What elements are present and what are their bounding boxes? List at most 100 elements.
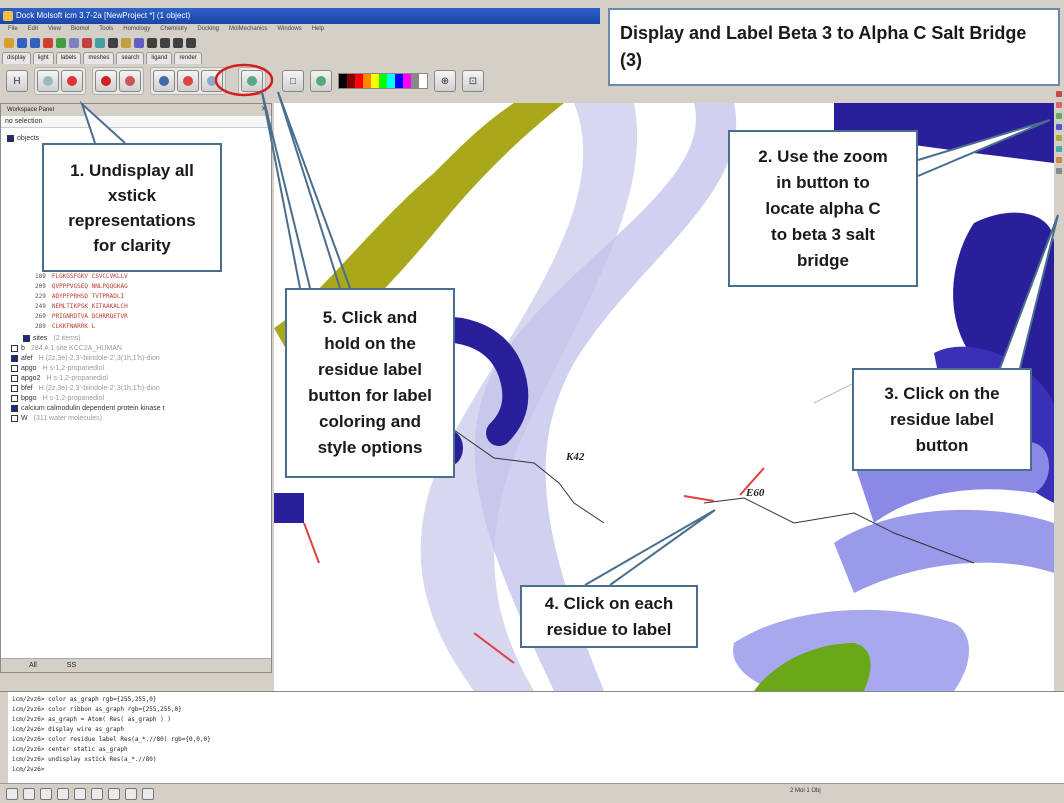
- movie-icon[interactable]: [125, 787, 137, 800]
- image-icon[interactable]: [108, 787, 120, 800]
- panel-close-icon[interactable]: ✕: [261, 104, 267, 116]
- menu-item[interactable]: MolMechanics: [229, 24, 267, 35]
- tree-item[interactable]: apgo2 H s-1,2-propanediol: [11, 374, 108, 384]
- checkbox[interactable]: [11, 374, 18, 382]
- tab-meshes[interactable]: meshes: [83, 52, 115, 64]
- menu-item[interactable]: Chemistry: [160, 24, 187, 35]
- tab-render[interactable]: render: [174, 52, 202, 64]
- cpk-button[interactable]: [119, 70, 141, 92]
- tab-ligand[interactable]: ligand: [146, 52, 173, 64]
- toolbar-icon[interactable]: [17, 38, 27, 48]
- h-button[interactable]: H: [6, 70, 28, 92]
- tab-search[interactable]: search: [116, 52, 145, 64]
- callout-line: to beta 3 salt: [771, 224, 875, 244]
- menu-item[interactable]: File: [8, 24, 18, 35]
- tree-item[interactable]: apgo H s-1,2-propanediol: [11, 364, 104, 374]
- view-icon[interactable]: [40, 787, 52, 800]
- tab-labels[interactable]: labels: [55, 52, 82, 64]
- toolbar-icon[interactable]: [82, 38, 92, 48]
- tool-icon[interactable]: [1056, 168, 1062, 174]
- record-movie-icon[interactable]: [142, 787, 154, 800]
- app-icon: [3, 11, 13, 21]
- toolbar-icon[interactable]: [147, 38, 157, 48]
- tree-item-objects[interactable]: objects: [7, 134, 39, 144]
- tab-all[interactable]: All: [29, 659, 37, 672]
- checkbox[interactable]: [11, 404, 18, 412]
- checkbox[interactable]: [11, 394, 18, 402]
- tree-item[interactable]: W (311 water molecules): [11, 414, 102, 424]
- tree-item[interactable]: afef H (2z,3e)-2,3'-biindole-2',3(1h,1'h)…: [11, 354, 160, 364]
- tool-icon[interactable]: [1056, 146, 1062, 152]
- toolbar-icon[interactable]: [160, 38, 170, 48]
- k42-label[interactable]: K42: [565, 451, 585, 463]
- tab-strip: display light labels meshes search ligand rend…: [2, 52, 202, 64]
- checkbox[interactable]: [11, 414, 18, 422]
- tool-icon[interactable]: [1056, 135, 1062, 141]
- ball-button[interactable]: [95, 70, 117, 92]
- tab-display[interactable]: display: [2, 52, 31, 64]
- tree-item[interactable]: bpgo H s-1,2-propanediol: [11, 394, 104, 404]
- tool-icon[interactable]: [1056, 113, 1062, 119]
- toolbar-icon[interactable]: [186, 38, 196, 48]
- toolbar-icon[interactable]: [121, 38, 131, 48]
- tree-item[interactable]: sites (2 items): [23, 334, 81, 344]
- residue-oxygen-left: [303, 522, 320, 564]
- ribbon-button[interactable]: [153, 70, 175, 92]
- checkbox[interactable]: [7, 134, 14, 142]
- menu-item[interactable]: Biomol: [71, 24, 89, 35]
- toolbar-icon[interactable]: [4, 38, 14, 48]
- surface-button[interactable]: [177, 70, 199, 92]
- checkbox[interactable]: [11, 384, 18, 392]
- wire-button[interactable]: [37, 70, 59, 92]
- stop-icon[interactable]: [6, 787, 18, 800]
- record-icon[interactable]: [23, 787, 35, 800]
- toolbar-icon[interactable]: [56, 38, 66, 48]
- tab-light[interactable]: light: [32, 52, 54, 64]
- sequence-row: 189 FLGKGSFGKV CSVCLVKLLV: [35, 272, 128, 282]
- zoom-button[interactable]: ⊕: [434, 70, 456, 92]
- color-palette[interactable]: [338, 73, 428, 89]
- console-side-tab: [0, 692, 8, 783]
- list-icon[interactable]: [74, 787, 86, 800]
- checkbox[interactable]: [11, 344, 18, 352]
- tree-item[interactable]: bfef H (2z,3e)-2,3'-biindole-2',3(1h,1'h)…: [11, 384, 160, 394]
- tree-item[interactable]: b 284 A 1 site KCC2A_HUMAN: [11, 344, 122, 354]
- toolbar-icon[interactable]: [108, 38, 118, 48]
- tool-icon[interactable]: [1056, 124, 1062, 130]
- tab-ss[interactable]: SS: [67, 659, 76, 672]
- command-console[interactable]: icm/2vz6> color as_graph rgb={255,255,0}…: [0, 691, 1064, 783]
- menu-item[interactable]: Windows: [277, 24, 301, 35]
- menu-item[interactable]: Docking: [197, 24, 219, 35]
- toolbar-icon[interactable]: [43, 38, 53, 48]
- sequence-text: NEMLTIKPSK KITAAKALCH: [51, 303, 128, 310]
- tool-icon[interactable]: [1056, 157, 1062, 163]
- checkbox[interactable]: [11, 364, 18, 372]
- callout-line: locate alpha C: [765, 198, 881, 218]
- tool-icon[interactable]: [1056, 91, 1062, 97]
- undisplay-xstick-button[interactable]: [61, 70, 83, 92]
- tree-item[interactable]: calcium calmodulin dependent protein kin…: [11, 404, 171, 414]
- camera-icon[interactable]: [91, 787, 103, 800]
- checkbox[interactable]: [23, 334, 30, 342]
- box-button[interactable]: □: [282, 70, 304, 92]
- fit-button[interactable]: ⊡: [462, 70, 484, 92]
- toolbar-icon[interactable]: [69, 38, 79, 48]
- callout-line: for clarity: [93, 235, 171, 255]
- toolbar-icon[interactable]: [134, 38, 144, 48]
- menu-item[interactable]: Tools: [99, 24, 113, 35]
- residue-label-button[interactable]: [241, 70, 263, 92]
- toolbar-icon[interactable]: [173, 38, 183, 48]
- checkbox[interactable]: [11, 354, 18, 362]
- skin-button[interactable]: [201, 70, 223, 92]
- grid-button[interactable]: [310, 70, 332, 92]
- console-line: icm/2vz6>: [12, 766, 45, 773]
- menu-item[interactable]: Homology: [123, 24, 150, 35]
- menu-item[interactable]: Help: [312, 24, 324, 35]
- toolbar-icon[interactable]: [30, 38, 40, 48]
- tool-icon[interactable]: [1056, 102, 1062, 108]
- e60-label[interactable]: E60: [745, 487, 765, 499]
- toolbar-icon[interactable]: [95, 38, 105, 48]
- window-icon[interactable]: [57, 787, 69, 800]
- menu-item[interactable]: Edit: [28, 24, 38, 35]
- menu-item[interactable]: View: [48, 24, 61, 35]
